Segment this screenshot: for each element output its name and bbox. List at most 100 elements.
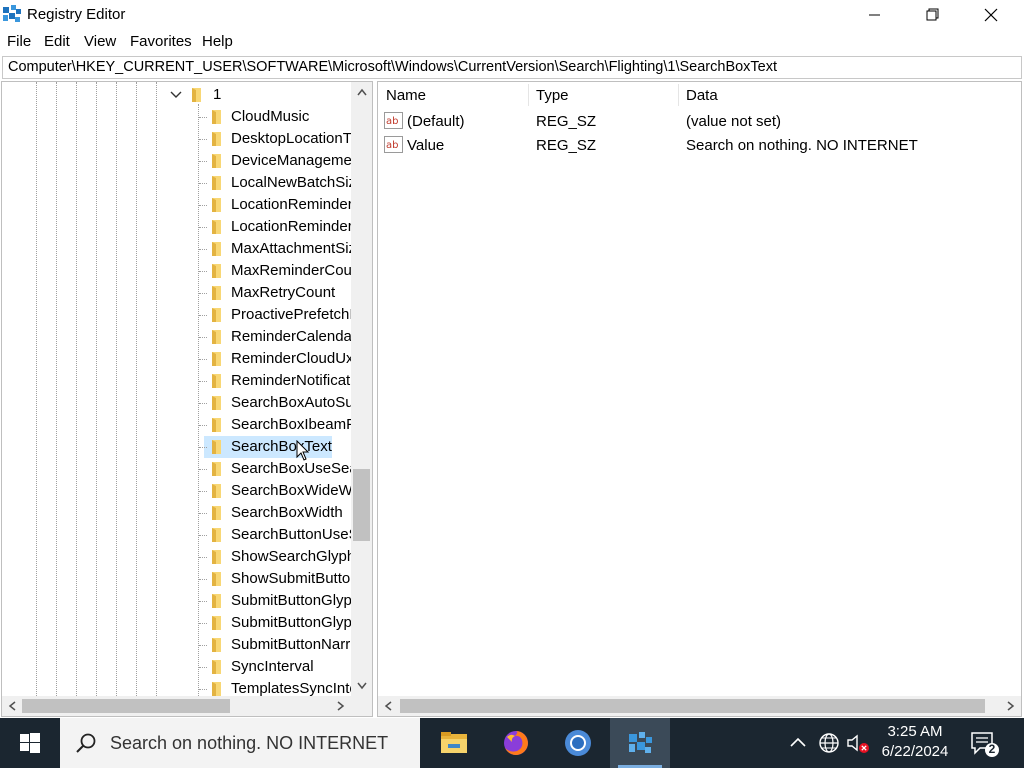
tree-node[interactable]: MaxRetryCount <box>2 282 352 304</box>
chevron-left-icon <box>8 701 16 711</box>
scroll-thumb[interactable] <box>353 469 370 541</box>
value-row-value[interactable]: ab Value REG_SZ Search on nothing. NO IN… <box>378 133 1021 157</box>
tree-node[interactable]: SearchButtonUseS <box>2 524 352 546</box>
volume-muted-icon[interactable] <box>846 732 870 754</box>
scroll-left-button[interactable] <box>2 696 22 716</box>
tree-node[interactable]: SubmitButtonGlyp <box>2 612 352 634</box>
taskbar-clock[interactable]: 3:25 AM 6/22/2024 <box>872 722 958 762</box>
tree-node-1[interactable]: 1 <box>2 84 352 106</box>
tree-node[interactable]: SubmitButtonGlyp <box>2 590 352 612</box>
notification-count-badge: 2 <box>988 742 996 756</box>
menu-file[interactable]: File <box>7 33 31 50</box>
start-button[interactable] <box>0 718 60 768</box>
notification-center-button[interactable]: 2 <box>968 730 1002 758</box>
tree-node[interactable]: LocalNewBatchSiz <box>2 172 352 194</box>
address-bar[interactable]: Computer\HKEY_CURRENT_USER\SOFTWARE\Micr… <box>2 56 1022 79</box>
folder-icon <box>212 528 221 542</box>
column-type-header[interactable]: Type <box>536 87 569 104</box>
menu-help[interactable]: Help <box>202 33 233 50</box>
scroll-down-button[interactable] <box>351 676 372 696</box>
scroll-right-button[interactable] <box>1001 696 1021 716</box>
column-name-header[interactable]: Name <box>386 87 426 104</box>
tree-branch-line <box>199 469 207 470</box>
menu-view[interactable]: View <box>84 33 116 50</box>
tree-node[interactable]: DesktopLocationT <box>2 128 352 150</box>
folder-icon <box>212 440 221 454</box>
tree-horizontal-scrollbar[interactable] <box>2 696 372 716</box>
key-tree-pane[interactable]: 1 CloudMusic DesktopLocationT DeviceManage… <box>1 81 373 717</box>
folder-icon <box>212 572 221 586</box>
tree-branch-line <box>199 667 207 668</box>
chevron-left-icon <box>384 701 392 711</box>
tree-node[interactable]: ReminderCloudUx <box>2 348 352 370</box>
tree-node[interactable]: SearchBoxIbeamPe <box>2 414 352 436</box>
tree-node-label: SubmitButtonGlyp <box>231 592 352 609</box>
window-title: Registry Editor <box>27 6 126 23</box>
column-divider[interactable] <box>678 84 679 106</box>
tree-branch-line <box>199 381 207 382</box>
tree-node-label: CloudMusic <box>231 108 310 125</box>
tree-node[interactable]: ShowSubmitButto <box>2 568 352 590</box>
taskbar-app-file-explorer[interactable] <box>424 718 484 768</box>
chevron-up-icon <box>356 88 367 96</box>
taskbar-search-box[interactable]: Search on nothing. NO INTERNET <box>60 718 420 768</box>
tree-branch-line <box>199 117 207 118</box>
tree-node[interactable]: SearchBoxWideWi <box>2 480 352 502</box>
chevron-up-icon[interactable] <box>787 732 809 754</box>
value-row-default[interactable]: ab (Default) REG_SZ (value not set) <box>378 109 1021 133</box>
tree-node[interactable]: MaxAttachmentSiz <box>2 238 352 260</box>
minimize-button[interactable] <box>846 0 904 30</box>
tree-node[interactable]: SearchBoxAutoSug <box>2 392 352 414</box>
menu-edit[interactable]: Edit <box>44 33 70 50</box>
folder-icon <box>212 132 221 146</box>
values-list-pane[interactable]: Name Type Data ab (Default) REG_SZ (valu… <box>377 81 1022 717</box>
tree-node[interactable]: ReminderNotificat <box>2 370 352 392</box>
tree-branch-line <box>199 601 207 602</box>
scroll-right-button[interactable] <box>331 696 351 716</box>
close-button[interactable] <box>962 0 1020 30</box>
list-horizontal-scrollbar[interactable] <box>378 696 1021 716</box>
tree-node[interactable]: ReminderCalendar <box>2 326 352 348</box>
tree-branch-line <box>199 579 207 580</box>
restore-icon <box>926 8 939 21</box>
tree-branch-line <box>199 227 207 228</box>
scroll-left-button[interactable] <box>378 696 398 716</box>
tree-node[interactable]: LocationReminder <box>2 194 352 216</box>
tree-node[interactable]: ProactivePrefetchI <box>2 304 352 326</box>
restore-button[interactable] <box>904 0 962 30</box>
tree-node[interactable]: SubmitButtonNarr <box>2 634 352 656</box>
tree-node[interactable]: CloudMusic <box>2 106 352 128</box>
column-divider[interactable] <box>528 84 529 106</box>
menu-favorites[interactable]: Favorites <box>130 33 192 50</box>
chevron-down-icon[interactable] <box>169 88 183 102</box>
tree-node-label: SearchBoxAutoSug <box>231 394 352 411</box>
taskbar-app-registry-editor[interactable] <box>610 718 670 768</box>
tree-node[interactable]: DeviceManageme <box>2 150 352 172</box>
chevron-right-icon <box>337 701 345 711</box>
taskbar-app-firefox[interactable] <box>486 718 546 768</box>
scroll-thumb[interactable] <box>22 699 230 713</box>
tree-branch-line <box>199 183 207 184</box>
tree-node[interactable]: LocationReminder <box>2 216 352 238</box>
scroll-thumb[interactable] <box>400 699 985 713</box>
tree-node[interactable]: ShowSearchGlyphI <box>2 546 352 568</box>
tree-node-label: ReminderCloudUx <box>231 350 352 367</box>
tree-branch-line <box>199 557 207 558</box>
tree-node[interactable]: MaxReminderCour <box>2 260 352 282</box>
title-bar[interactable]: Registry Editor <box>0 0 1024 30</box>
tree-node[interactable]: SearchBoxWidth <box>2 502 352 524</box>
taskbar-app-chrome[interactable] <box>548 718 608 768</box>
column-data-header[interactable]: Data <box>686 87 718 104</box>
tree-node-label: SubmitButtonGlyp <box>231 614 352 631</box>
scroll-up-button[interactable] <box>351 82 372 102</box>
folder-icon <box>441 732 467 753</box>
tree-node[interactable]: SyncInterval <box>2 656 352 678</box>
tree-branch-line <box>199 315 207 316</box>
globe-network-icon[interactable] <box>818 732 840 754</box>
tree-vertical-scrollbar[interactable] <box>351 82 372 696</box>
list-header: Name Type Data <box>378 82 1021 108</box>
value-type: REG_SZ <box>536 113 597 130</box>
tree-node-label: TemplatesSyncInte <box>231 680 352 697</box>
tree-branch-line <box>199 689 207 690</box>
string-value-icon: ab <box>384 136 403 153</box>
